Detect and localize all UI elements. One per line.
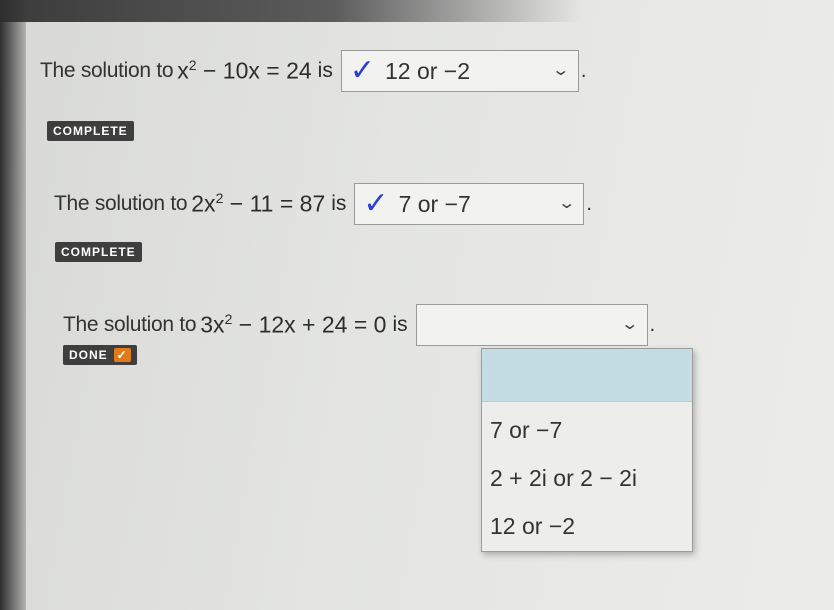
status-badge-3-label: DONE: [69, 348, 108, 362]
answer-select-3[interactable]: ⌄: [415, 304, 648, 346]
period: .: [580, 59, 587, 82]
screen-edge-shadow: [0, 0, 834, 22]
answer-select-1[interactable]: ✓ 12 or −2 ⌄: [340, 50, 579, 92]
dropdown-option[interactable]: 2 + 2i or 2 − 2i: [482, 454, 692, 502]
screen-edge-shadow-left: [0, 0, 26, 610]
dropdown-option[interactable]: 12 or −2: [482, 502, 692, 550]
question-2-prefix: The solution to: [54, 192, 188, 215]
question-3-suffix: is: [392, 313, 408, 336]
eq-exp: 2: [188, 57, 197, 74]
dropdown-option-highlighted-empty[interactable]: [482, 349, 692, 402]
check-icon: ✓: [363, 187, 389, 220]
question-3: The solution to 3x2 − 12x + 24 = 0 is ⌄ …: [63, 304, 655, 346]
question-2-suffix: is: [331, 192, 347, 215]
answer-dropdown-list[interactable]: 7 or −7 2 + 2i or 2 − 2i 12 or −2: [481, 348, 693, 552]
question-2-equation: 2x2 − 11 = 87: [191, 190, 325, 218]
question-2: The solution to 2x2 − 11 = 87 is ✓ 7 or …: [54, 183, 592, 225]
answer-select-1-value: 12 or −2: [384, 57, 471, 84]
question-1-suffix: is: [317, 59, 333, 82]
check-icon: ✓: [113, 348, 131, 362]
eq-rest: − 11 = 87: [223, 190, 326, 217]
status-badge-2: COMPLETE: [55, 242, 142, 262]
chevron-down-icon: ⌄: [620, 316, 640, 333]
chevron-down-icon: ⌄: [551, 62, 571, 79]
check-icon: ✓: [349, 54, 375, 87]
answer-select-2-value: 7 or −7: [398, 190, 471, 217]
dropdown-option[interactable]: 7 or −7: [482, 406, 692, 454]
eq-base: 3x: [200, 311, 225, 338]
eq-base: 2x: [191, 190, 216, 217]
period: .: [649, 313, 656, 336]
answer-select-2[interactable]: ✓ 7 or −7 ⌄: [354, 183, 585, 225]
question-3-prefix: The solution to: [63, 313, 197, 336]
period: .: [586, 192, 592, 215]
status-badge-3: DONE ✓: [63, 345, 137, 365]
eq-rest: − 10x = 24: [196, 57, 312, 84]
question-3-equation: 3x2 − 12x + 24 = 0: [200, 311, 386, 339]
status-badge-2-label: COMPLETE: [61, 245, 136, 259]
chevron-down-icon: ⌄: [557, 195, 577, 212]
question-1-prefix: The solution to: [40, 59, 174, 82]
status-badge-1: COMPLETE: [47, 121, 134, 141]
eq-base: x: [177, 57, 189, 84]
question-1: The solution to x2 − 10x = 24 is ✓ 12 or…: [40, 50, 586, 92]
status-badge-1-label: COMPLETE: [53, 124, 128, 138]
eq-rest: − 12x + 24 = 0: [232, 311, 387, 338]
question-1-equation: x2 − 10x = 24: [177, 57, 311, 85]
